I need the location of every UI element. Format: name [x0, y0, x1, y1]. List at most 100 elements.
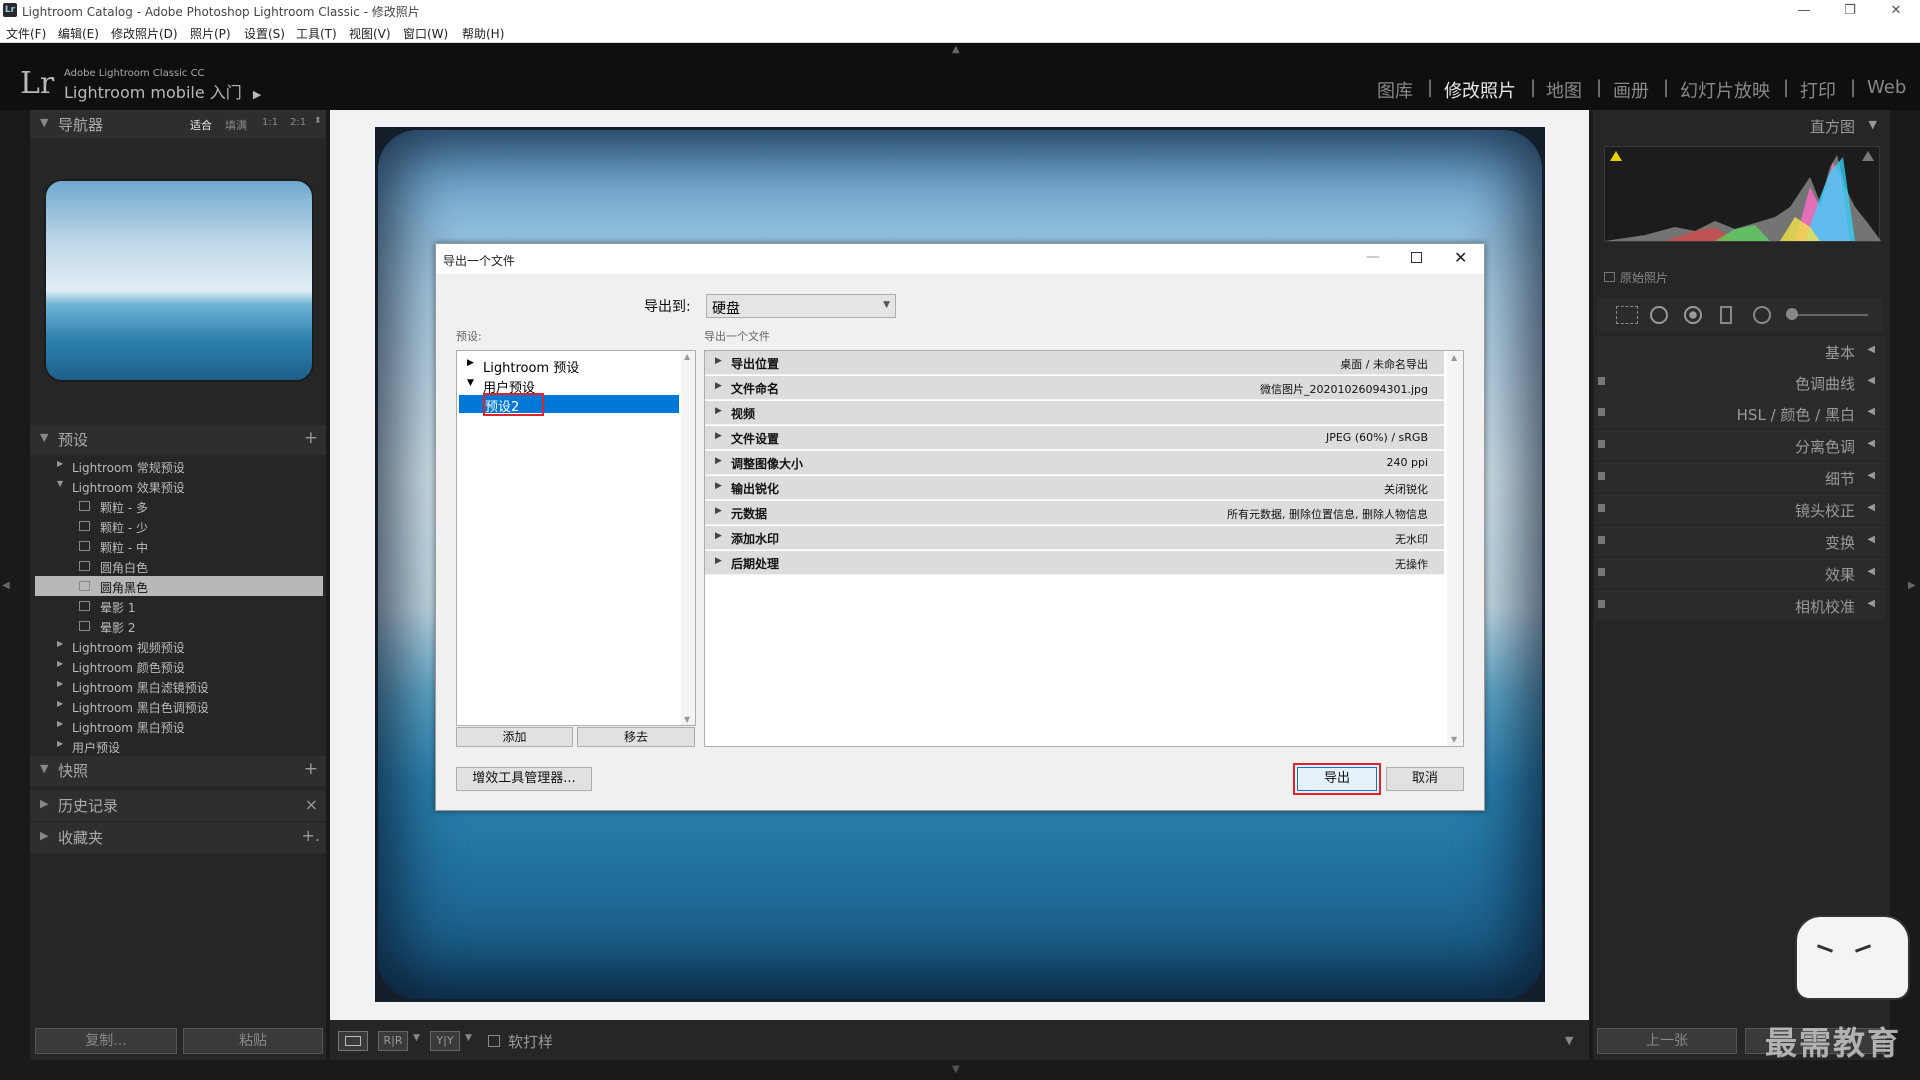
- menu-edit[interactable]: 编辑(E): [58, 25, 99, 42]
- histogram-header[interactable]: 直方图 ▼: [1595, 112, 1885, 138]
- shadow-clipping-icon[interactable]: [1610, 151, 1622, 161]
- preset-folder[interactable]: ▼ Lightroom 效果预设: [35, 476, 323, 496]
- preset-folder[interactable]: ▶ Lightroom 视频预设: [35, 636, 323, 656]
- add-collection-icon[interactable]: +.: [302, 826, 321, 845]
- panel-switch-icon[interactable]: [1598, 600, 1605, 608]
- panel-switch-icon[interactable]: [1598, 377, 1605, 385]
- zoom-1-1[interactable]: 1:1: [262, 117, 278, 128]
- settings-row-post-processing[interactable]: ▶ 后期处理 无操作: [705, 551, 1444, 575]
- section-split-toning[interactable]: 分离色调 ◀: [1595, 430, 1885, 460]
- cancel-button[interactable]: 取消: [1386, 767, 1464, 791]
- spot-removal-icon[interactable]: [1650, 306, 1668, 324]
- history-header[interactable]: ▶ 历史记录 ×: [30, 791, 326, 821]
- dialog-maximize-icon[interactable]: [1411, 252, 1422, 263]
- settings-scrollbar[interactable]: ▲ ▼: [1447, 351, 1463, 746]
- highlight-clipping-icon[interactable]: [1862, 151, 1874, 161]
- module-print[interactable]: 打印: [1800, 77, 1836, 103]
- section-effects[interactable]: 效果 ◀: [1595, 558, 1885, 588]
- zoom-2-1[interactable]: 2:1: [290, 117, 306, 128]
- copy-button[interactable]: 复制...: [35, 1028, 177, 1054]
- export-to-select[interactable]: 硬盘 ▼: [706, 294, 896, 318]
- settings-row-image-sizing[interactable]: ▶ 调整图像大小 240 ppi: [705, 451, 1444, 475]
- menu-help[interactable]: 帮助(H): [462, 25, 504, 42]
- section-hsl[interactable]: HSL / 颜色 / 黑白 ◀: [1595, 398, 1885, 428]
- scroll-down-icon[interactable]: ▼: [684, 715, 690, 724]
- section-tone-curve[interactable]: 色调曲线 ◀: [1595, 367, 1885, 397]
- dialog-minimize-icon[interactable]: —: [1366, 249, 1380, 265]
- preset-folder[interactable]: ▶ Lightroom 黑白预设: [35, 716, 323, 736]
- section-camera-calibration[interactable]: 相机校准 ◀: [1595, 590, 1885, 620]
- before-after-lr-icon[interactable]: R|R: [378, 1031, 408, 1051]
- panel-switch-icon[interactable]: [1598, 472, 1605, 480]
- panel-switch-icon[interactable]: [1598, 408, 1605, 416]
- settings-row-export-location[interactable]: ▶ 导出位置 桌面 / 未命名导出: [705, 351, 1444, 375]
- settings-row-output-sharpening[interactable]: ▶ 输出锐化 关闭锐化: [705, 476, 1444, 500]
- settings-row-watermark[interactable]: ▶ 添加水印 无水印: [705, 526, 1444, 550]
- preset-item[interactable]: 晕影 2: [35, 616, 323, 636]
- zoom-fill[interactable]: 填满: [225, 117, 247, 133]
- snapshots-header[interactable]: ▼ 快照 +: [30, 756, 326, 786]
- graduated-filter-icon[interactable]: [1720, 306, 1732, 324]
- red-eye-icon[interactable]: [1684, 306, 1702, 324]
- adjustment-brush-icon[interactable]: [1786, 308, 1798, 320]
- menu-file[interactable]: 文件(F): [6, 25, 46, 42]
- preset-item[interactable]: 圆角白色: [35, 556, 323, 576]
- mobile-link[interactable]: Lightroom mobile 入门 ▶: [64, 79, 261, 103]
- preset-item-selected[interactable]: 圆角黑色: [35, 576, 323, 596]
- scroll-down-icon[interactable]: ▼: [1451, 735, 1457, 744]
- menu-settings[interactable]: 设置(S): [244, 25, 285, 42]
- dialog-close-icon[interactable]: ✕: [1454, 248, 1467, 267]
- navigator-preview[interactable]: [44, 179, 314, 382]
- scroll-up-icon[interactable]: ▲: [684, 352, 690, 361]
- plugin-manager-button[interactable]: 增效工具管理器...: [456, 767, 592, 791]
- remove-preset-button[interactable]: 移去: [577, 727, 695, 747]
- original-photo-checkbox[interactable]: [1604, 272, 1615, 282]
- tree-folder-lightroom[interactable]: ▶ Lightroom 预设: [457, 355, 679, 376]
- toolbar-menu-icon[interactable]: ▼: [1565, 1034, 1573, 1047]
- left-panel-toggle-icon[interactable]: ◀: [2, 580, 10, 591]
- presets-header[interactable]: ▼ 预设 +: [30, 425, 326, 455]
- preset-item[interactable]: 颗粒 - 少: [35, 516, 323, 536]
- crop-tool-icon[interactable]: [1616, 306, 1638, 324]
- histogram[interactable]: [1604, 146, 1881, 242]
- add-preset-button[interactable]: 添加: [456, 727, 573, 747]
- menu-tools[interactable]: 工具(T): [296, 25, 337, 42]
- dropdown-arrow-icon[interactable]: ▼: [413, 1033, 420, 1043]
- settings-row-metadata[interactable]: ▶ 元数据 所有元数据, 删除位置信息, 删除人物信息: [705, 501, 1444, 525]
- export-button[interactable]: 导出: [1297, 767, 1377, 791]
- adjustment-brush-slider[interactable]: [1788, 314, 1868, 316]
- preset-item[interactable]: 颗粒 - 多: [35, 496, 323, 516]
- preset-folder[interactable]: ▶ Lightroom 黑白色调预设: [35, 696, 323, 716]
- dropdown-arrow-icon[interactable]: ▼: [465, 1033, 472, 1043]
- soft-proof-checkbox[interactable]: [488, 1035, 500, 1047]
- collapse-top-arrow-icon[interactable]: ▲: [952, 44, 960, 55]
- add-preset-icon[interactable]: +: [304, 428, 318, 448]
- right-panel-toggle-icon[interactable]: ▶: [1908, 580, 1916, 591]
- zoom-fit[interactable]: 适合: [190, 117, 212, 133]
- collections-header[interactable]: ▶ 收藏夹 +.: [30, 823, 326, 853]
- menu-view[interactable]: 视图(V): [349, 25, 391, 42]
- before-after-tb-icon[interactable]: Y|Y: [430, 1031, 460, 1051]
- loupe-view-icon[interactable]: [338, 1031, 368, 1051]
- restore-icon[interactable]: ❐: [1830, 1, 1870, 21]
- add-snapshot-icon[interactable]: +: [304, 759, 318, 779]
- panel-switch-icon[interactable]: [1598, 440, 1605, 448]
- zoom-stepper-icon[interactable]: ⬍: [314, 116, 322, 126]
- section-transform[interactable]: 变换 ◀: [1595, 526, 1885, 556]
- module-library[interactable]: 图库: [1377, 77, 1413, 103]
- clear-history-icon[interactable]: ×: [305, 795, 318, 814]
- module-book[interactable]: 画册: [1613, 77, 1649, 103]
- settings-row-file-naming[interactable]: ▶ 文件命名 微信图片_20201026094301.jpg: [705, 376, 1444, 400]
- section-basic[interactable]: 基本 ◀: [1595, 336, 1885, 366]
- panel-switch-icon[interactable]: [1598, 568, 1605, 576]
- tree-folder-user[interactable]: ▼ 用户预设: [457, 375, 679, 396]
- panel-switch-icon[interactable]: [1598, 536, 1605, 544]
- module-develop[interactable]: 修改照片: [1444, 77, 1516, 103]
- preset-item[interactable]: 颗粒 - 中: [35, 536, 323, 556]
- tree-scrollbar[interactable]: ▲ ▼: [681, 351, 695, 725]
- settings-row-video[interactable]: ▶ 视频: [705, 401, 1444, 425]
- previous-button[interactable]: 上一张: [1597, 1028, 1737, 1054]
- scroll-up-icon[interactable]: ▲: [1451, 353, 1457, 362]
- section-detail[interactable]: 细节 ◀: [1595, 462, 1885, 492]
- preset-folder[interactable]: ▶ Lightroom 颜色预设: [35, 656, 323, 676]
